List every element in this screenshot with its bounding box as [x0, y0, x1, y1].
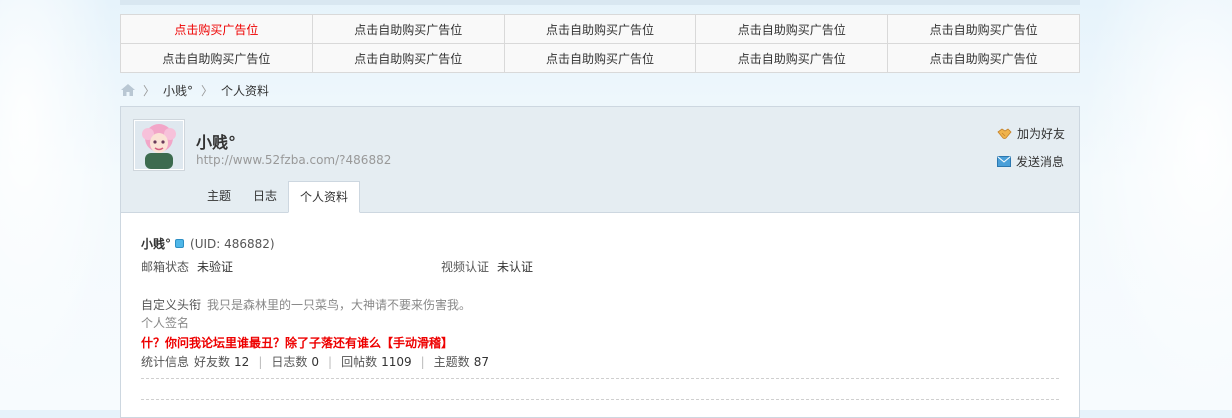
profile-username: 小贱°: [196, 133, 237, 152]
custom-title-field: 自定义头衔 我只是森林里的一只菜鸟，大神请不要来伤害我。: [141, 296, 471, 313]
ad-slot[interactable]: 点击自助购买广告位: [311, 14, 505, 44]
email-status-value: 未验证: [197, 260, 234, 274]
email-status-label: 邮箱状态: [141, 260, 190, 274]
send-message-button[interactable]: 发送消息: [996, 152, 1065, 170]
stats-divider: |: [328, 354, 333, 369]
profile-actions: 加为好友 发送消息: [996, 124, 1065, 180]
add-friend-label: 加为好友: [1016, 126, 1065, 141]
online-status-icon: [175, 239, 185, 248]
signature-text: 什？你问我论坛里谁最丑？除了子落还有谁么【手动滑稽】: [141, 336, 454, 350]
thread-count-label: 主题数: [433, 355, 470, 369]
ad-slot-buy[interactable]: 点击购买广告位: [120, 14, 313, 44]
blog-count-value[interactable]: 0: [311, 355, 319, 369]
custom-title-value: 我只是森林里的一只菜鸟，大神请不要来伤害我。: [207, 298, 472, 312]
breadcrumb-user-link[interactable]: 小贱°: [163, 82, 193, 99]
ad-slot[interactable]: 点击自助购买广告位: [503, 14, 697, 44]
tab-profile[interactable]: 个人资料: [288, 181, 361, 213]
ad-slot[interactable]: 点击自助购买广告位: [887, 43, 1080, 73]
envelope-icon: [996, 155, 1011, 167]
profile-url[interactable]: http://www.52fzba.com/?486882: [196, 153, 391, 167]
stats-divider: |: [258, 354, 263, 369]
add-friend-button[interactable]: 加为好友: [997, 124, 1065, 142]
video-auth-value: 未认证: [497, 260, 534, 274]
profile-tabs: 主题 日志 个人资料: [196, 181, 361, 213]
breadcrumb: 〉 小贱° 〉 个人资料: [121, 82, 269, 98]
signature-label: 个人签名: [141, 316, 190, 330]
handshake-icon: [997, 127, 1012, 139]
avatar-image: [135, 121, 183, 169]
background-cloud-right: [1082, 0, 1232, 410]
background-cloud-left: [0, 0, 120, 410]
ad-row: 点击自助购买广告位 点击自助购买广告位 点击自助购买广告位 点击自助购买广告位 …: [120, 43, 1080, 73]
blog-count-label: 日志数: [271, 355, 308, 369]
avatar[interactable]: [133, 119, 185, 171]
breadcrumb-current-page: 个人资料: [221, 83, 270, 98]
custom-title-label: 自定义头衔: [141, 298, 202, 312]
reply-count-label: 回帖数: [341, 355, 378, 369]
breadcrumb-separator: 〉: [143, 83, 156, 98]
home-icon[interactable]: [121, 84, 135, 96]
stats-row: 统计信息 好友数 12 | 日志数 0 | 回帖数 1109 | 主题数 87: [141, 353, 489, 370]
tab-blog[interactable]: 日志: [242, 181, 288, 213]
friends-count-label: 好友数: [194, 355, 231, 369]
friends-count-value[interactable]: 12: [234, 355, 249, 369]
detail-name-row: 小贱° (UID: 486882): [141, 235, 275, 252]
ad-row: 点击购买广告位 点击自助购买广告位 点击自助购买广告位 点击自助购买广告位 点击…: [120, 14, 1080, 44]
ad-slot[interactable]: 点击自助购买广告位: [503, 43, 697, 73]
ad-slot[interactable]: 点击自助购买广告位: [311, 43, 505, 73]
ad-slot[interactable]: 点击自助购买广告位: [695, 43, 889, 73]
ad-slot[interactable]: 点击自助购买广告位: [120, 43, 313, 73]
ad-slot[interactable]: 点击自助购买广告位: [695, 14, 889, 44]
stats-divider: |: [420, 354, 425, 369]
breadcrumb-separator: 〉: [201, 83, 214, 98]
header-strip: [120, 0, 1080, 5]
email-status-field: 邮箱状态 未验证: [141, 258, 233, 275]
thread-count-value[interactable]: 87: [474, 355, 489, 369]
video-auth-label: 视频认证: [441, 260, 490, 274]
profile-header: 小贱° http://www.52fzba.com/?486882 加为好友 发…: [121, 107, 1079, 213]
section-divider: [141, 399, 1059, 400]
ad-slot[interactable]: 点击自助购买广告位: [887, 14, 1080, 44]
reply-count-value[interactable]: 1109: [381, 355, 412, 369]
ad-grid: 点击购买广告位 点击自助购买广告位 点击自助购买广告位 点击自助购买广告位 点击…: [120, 14, 1080, 73]
detail-uid: (UID: 486882): [190, 236, 275, 251]
tab-threads[interactable]: 主题: [196, 181, 242, 213]
section-divider: [141, 378, 1059, 379]
send-message-label: 发送消息: [1015, 154, 1064, 169]
stats-label: 统计信息: [141, 355, 190, 369]
profile-panel: 小贱° http://www.52fzba.com/?486882 加为好友 发…: [120, 106, 1080, 418]
detail-username: 小贱°: [141, 237, 172, 251]
video-auth-field: 视频认证 未认证: [441, 258, 533, 275]
